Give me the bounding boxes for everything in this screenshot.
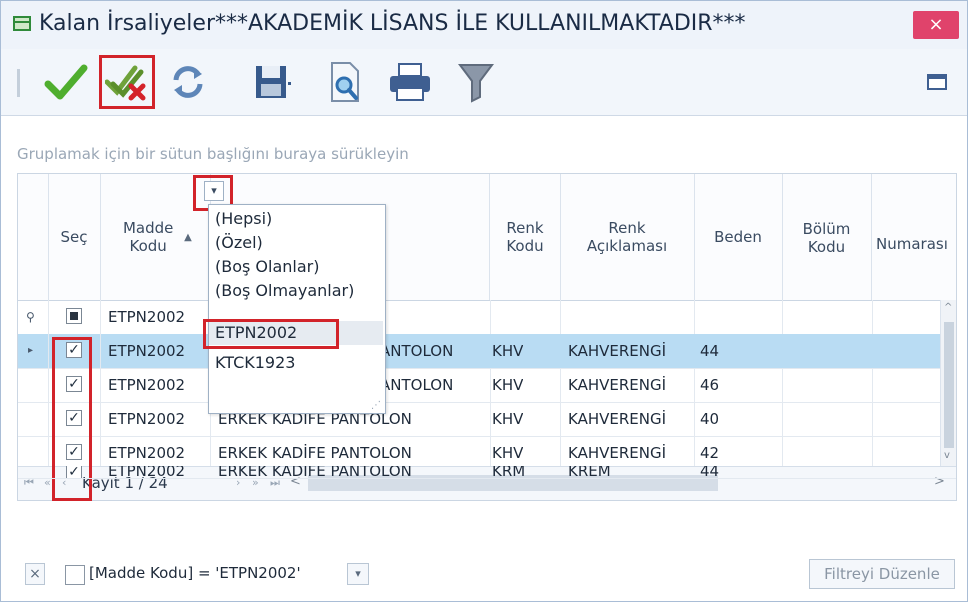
column-header-label: Numarası [876,235,948,253]
title-bar: Kalan İrsaliyeler***AKADEMİK LİSANS İLE … [1,1,967,50]
table-row[interactable]: ✓ ETPN2002 ERKEK KADİFE PANTOLON KHV KAH… [18,402,956,437]
row-indicator-icon: ▸ [28,345,34,356]
cell-madde-kodu: ETPN2002 [108,444,186,462]
vertical-scrollbar[interactable]: ^ v [940,300,956,466]
filter-bar: × [Madde Kodu] = 'ETPN2002' ▾ Filtreyi D… [17,555,955,595]
column-header-sec[interactable]: Seç [48,174,101,300]
print-icon[interactable] [385,57,435,107]
column-header-label: Madde Kodu [122,219,174,255]
close-button[interactable]: × [913,11,959,39]
filter-option-blanks[interactable]: (Boş Olanlar) [215,257,319,276]
cell-madde-aciklamasi: ERKEK KADİFE PANTOLON [218,466,412,479]
cell-renk-aciklamasi: KAHVERENGİ [568,342,667,360]
toolbar [1,49,967,116]
cell-beden: 44 [700,342,720,360]
scroll-down-icon[interactable]: v [944,450,950,461]
filter-history-dropdown[interactable]: ▾ [347,563,369,585]
column-header-label: Seç [60,228,88,246]
clear-selection-icon[interactable] [99,55,155,109]
layout-icon[interactable] [917,57,957,107]
table-row[interactable]: ✓ ETPN2002 ERKEK KADİFE PANTOLON KRM KRE… [18,466,956,479]
cell-beden: 46 [700,376,720,394]
table-row[interactable]: ▸ ✓ ETPN2002 ANTOLON KHV KAHVERENGİ 44 [18,334,956,369]
cell-renk-kodu: KHV [492,376,524,394]
filter-checkbox[interactable] [66,308,82,324]
cell-renk-aciklamasi: KAHVERENGİ [568,410,667,428]
data-grid: Seç Madde Kodu ▲ sı Renk Kodu Renk Açıkl… [17,173,957,501]
refresh-icon[interactable] [163,57,213,107]
table-row[interactable]: ✓ ETPN2002 ANTOLON KHV KAHVERENGİ 46 [18,368,956,403]
cell-madde-aciklamasi: ERKEK KADİFE PANTOLON [218,444,412,462]
column-header-numarasi[interactable]: Numarası [872,174,956,300]
column-header-label: Bölüm Kodu [802,220,851,256]
cell-beden: 42 [700,444,720,462]
column-header-label: Beden [714,228,762,246]
filter-option-non-blanks[interactable]: (Boş Olmayanlar) [215,281,354,300]
clear-filter-button[interactable]: × [25,563,45,585]
grid-header: Seç Madde Kodu ▲ sı Renk Kodu Renk Açıkl… [18,174,956,301]
column-header-beden[interactable]: Beden [694,174,783,300]
auto-filter-row: ⚲ ETPN2002 [18,300,956,335]
toolbar-grip[interactable] [17,69,20,97]
filter-option-custom[interactable]: (Özel) [215,233,263,252]
cell-renk-kodu: KHV [492,342,524,360]
column-header-label: Renk Kodu [506,219,544,255]
filter-option-ktck1923[interactable]: KTCK1923 [215,353,295,372]
scroll-thumb[interactable] [944,322,954,448]
window-title: Kalan İrsaliyeler***AKADEMİK LİSANS İLE … [39,11,746,36]
cell-madde-kodu: ETPN2002 [108,376,186,394]
filter-value[interactable]: ETPN2002 [108,300,185,334]
cell-madde-kodu: ETPN2002 [108,466,186,479]
cell-renk-kodu: KRM [492,466,526,479]
cell-madde-kodu: ETPN2002 [108,410,186,428]
scroll-up-icon[interactable]: ^ [944,302,952,313]
column-header-renk-aciklamasi[interactable]: Renk Açıklaması [560,174,695,300]
filter-expression[interactable]: [Madde Kodu] = 'ETPN2002' [89,564,301,582]
filter-option-all[interactable]: (Hepsi) [215,209,272,228]
cell-madde-aciklamasi: ANTOLON [380,342,454,360]
cell-beden: 44 [700,466,720,479]
filter-funnel-icon[interactable] [451,57,501,107]
column-header-renk-kodu[interactable]: Renk Kodu [490,174,561,300]
cell-beden: 40 [700,410,720,428]
window: Kalan İrsaliyeler***AKADEMİK LİSANS İLE … [0,0,968,602]
sort-ascending-icon: ▲ [184,231,192,243]
approve-check-icon[interactable] [41,57,91,107]
cell-renk-aciklamasi: KAHVERENGİ [568,444,667,462]
column-filter-icon[interactable]: ▾ [204,181,224,201]
save-icon[interactable] [249,57,299,107]
group-by-hint[interactable]: Gruplamak için bir sütun başlığını buray… [17,145,409,163]
resize-grip-icon[interactable]: ⋰ [371,400,381,411]
cell-renk-kodu: KHV [492,410,524,428]
preview-icon[interactable] [319,57,369,107]
column-header-label: Renk Açıklaması [586,219,668,255]
column-header-bolum-kodu[interactable]: Bölüm Kodu [782,174,872,300]
cell-madde-kodu: ETPN2002 [108,342,186,360]
etpn2002-highlight [203,319,339,349]
window-icon [13,16,31,31]
column-filter-popup: (Hepsi) (Özel) (Boş Olanlar) (Boş Olmaya… [208,204,386,414]
cell-renk-aciklamasi: KAHVERENGİ [568,376,667,394]
filter-row-icon: ⚲ [26,310,35,324]
edit-filter-button[interactable]: Filtreyi Düzenle [809,559,955,589]
cell-renk-aciklamasi: KREM [568,466,611,479]
indicator-header [18,174,49,300]
row-checkbox[interactable]: ✓ [66,466,82,478]
cell-madde-aciklamasi: ANTOLON [380,376,454,394]
cell-renk-kodu: KHV [492,444,524,462]
filter-enable-checkbox[interactable] [65,565,85,585]
